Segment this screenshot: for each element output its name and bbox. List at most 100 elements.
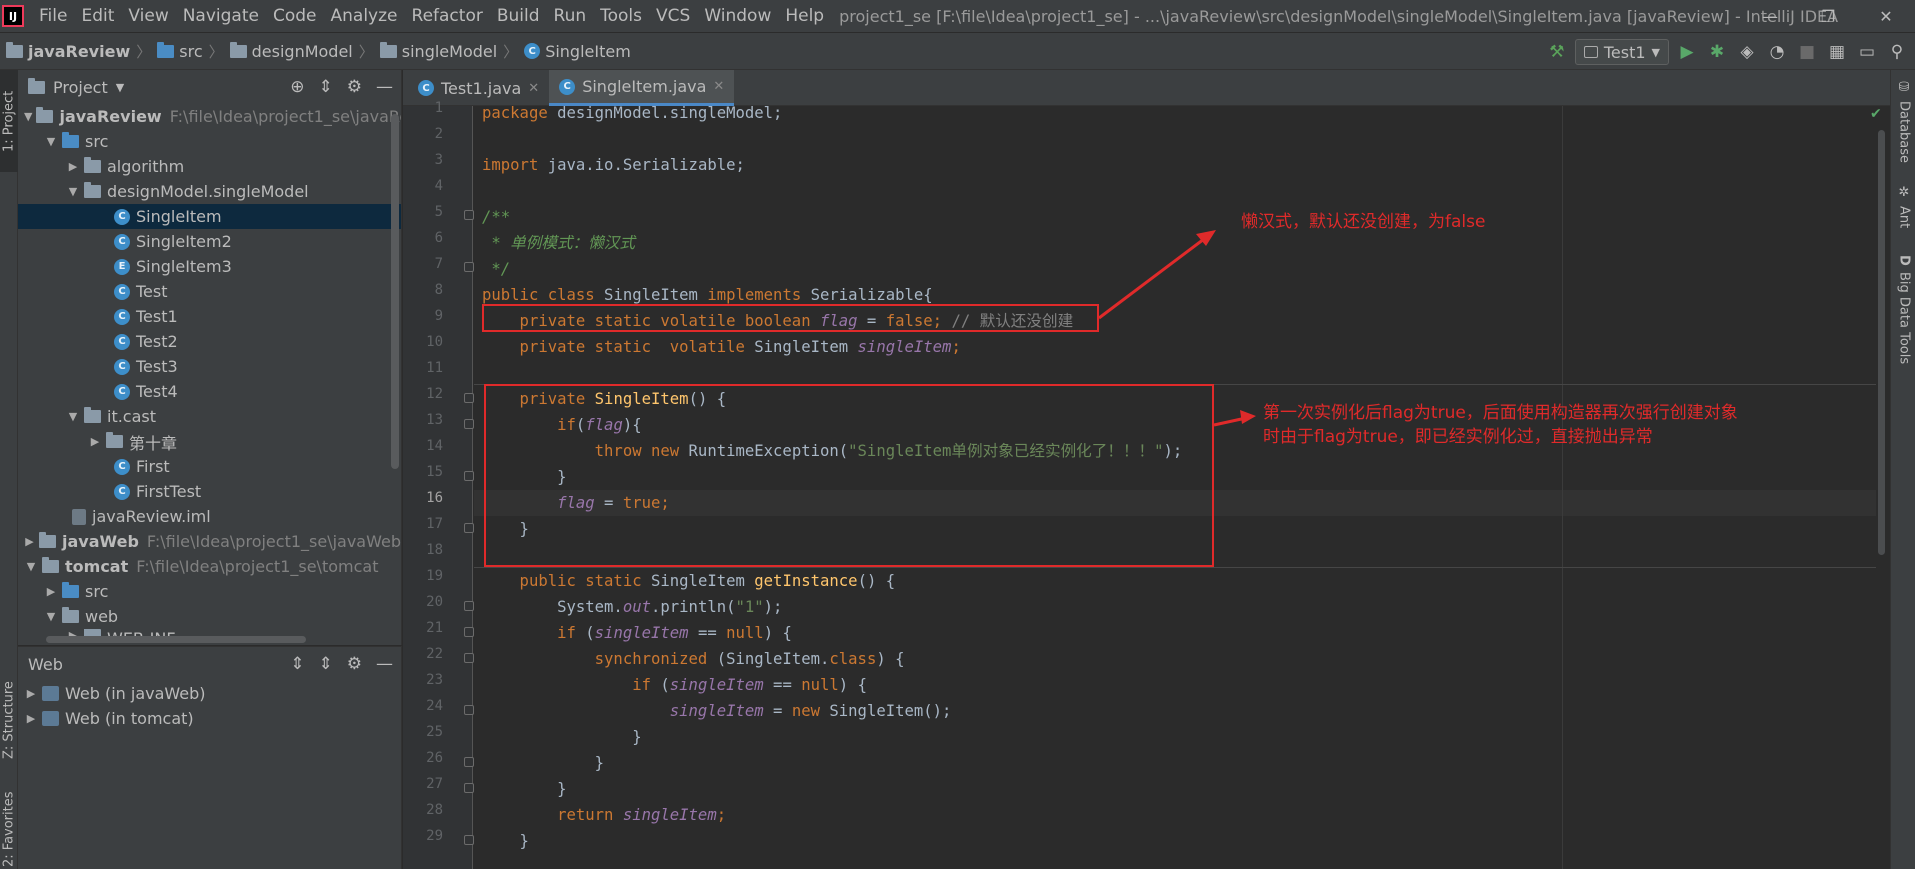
fold-marker-icon[interactable]: [464, 210, 474, 220]
tree-item-web[interactable]: ▼ web: [18, 604, 401, 629]
tool-tab-project[interactable]: 1: Project: [0, 70, 18, 172]
tree-item-itcast[interactable]: ▼ it.cast: [18, 404, 401, 429]
tool-tab-database[interactable]: ⛁ Database: [1893, 80, 1915, 163]
fold-marker-icon[interactable]: [464, 757, 474, 767]
build-hammer-icon[interactable]: ⚒: [1545, 40, 1569, 64]
close-tab-icon[interactable]: ✕: [528, 81, 539, 96]
project-panel-title[interactable]: Project: [53, 78, 108, 97]
menu-vcs[interactable]: VCS: [649, 0, 697, 32]
menu-file[interactable]: File: [32, 0, 74, 32]
fold-marker-icon[interactable]: [464, 783, 474, 793]
tree-item-first[interactable]: C First: [18, 454, 401, 479]
tree-item-test1[interactable]: C Test1: [18, 304, 401, 329]
project-structure-icon[interactable]: ▦: [1825, 40, 1849, 64]
breadcrumb-designmodel[interactable]: designModel: [227, 41, 356, 61]
menu-window[interactable]: Window: [697, 0, 778, 32]
layout-icon[interactable]: ▭: [1855, 40, 1879, 64]
collapsed-arrow-icon[interactable]: ▶: [66, 160, 80, 173]
restore-icon[interactable]: ❐: [1799, 0, 1857, 32]
breadcrumb-singleitem[interactable]: C SingleItem: [521, 42, 634, 61]
tree-item-javaweb[interactable]: ▶ javaWeb F:\file\Idea\project1_se\javaW…: [18, 529, 401, 554]
tree-item-algorithm[interactable]: ▶ algorithm: [18, 154, 401, 179]
menu-run[interactable]: Run: [547, 0, 594, 32]
tree-item-tomcat[interactable]: ▼ tomcat F:\file\Idea\project1_se\tomcat: [18, 554, 401, 579]
fold-marker-icon[interactable]: [464, 835, 474, 845]
tree-item-test3[interactable]: C Test3: [18, 354, 401, 379]
tree-item-designmodel[interactable]: ▼ designModel.singleModel: [18, 179, 401, 204]
debug-icon[interactable]: ✱: [1705, 40, 1729, 64]
fold-marker-icon[interactable]: [464, 627, 474, 637]
breadcrumb-javareview[interactable]: javaReview: [0, 41, 133, 61]
expanded-arrow-icon[interactable]: ▼: [44, 135, 58, 148]
tree-item-chapter10[interactable]: ▶ 第十章: [18, 429, 401, 454]
minimize-icon[interactable]: —: [1741, 0, 1799, 32]
gear-icon[interactable]: ⚙: [347, 654, 362, 674]
collapsed-arrow-icon[interactable]: ▶: [24, 712, 38, 725]
tool-tab-favorites[interactable]: 2: Favorites: [0, 790, 18, 869]
editor-scroll-thumb[interactable]: [1878, 130, 1885, 555]
expanded-arrow-icon[interactable]: ▼: [66, 410, 80, 423]
collapsed-arrow-icon[interactable]: ▶: [24, 687, 38, 700]
web-item-javaweb[interactable]: ▶ Web (in javaWeb): [18, 681, 401, 706]
menu-refactor[interactable]: Refactor: [405, 0, 490, 32]
gear-icon[interactable]: ⚙: [347, 77, 362, 97]
expanded-arrow-icon[interactable]: ▼: [44, 610, 58, 623]
fold-marker-icon[interactable]: [464, 262, 474, 272]
collapse-all-icon[interactable]: ⇕: [319, 654, 333, 674]
breadcrumb-singlemodel[interactable]: singleModel: [377, 41, 500, 61]
collapsed-arrow-icon[interactable]: ▶: [88, 435, 102, 448]
hide-icon[interactable]: —: [376, 654, 393, 674]
tree-item-javareview[interactable]: ▼ javaReview F:\file\Idea\project1_se\ja…: [18, 104, 401, 129]
menu-analyze[interactable]: Analyze: [324, 0, 405, 32]
menu-edit[interactable]: Edit: [74, 0, 121, 32]
fold-marker-icon[interactable]: [464, 471, 474, 481]
profile-icon[interactable]: ◔: [1765, 40, 1789, 64]
search-icon[interactable]: ⚲: [1885, 40, 1909, 64]
stop-icon[interactable]: ■: [1795, 40, 1819, 64]
tree-item-tomcat-src[interactable]: ▶ src: [18, 579, 401, 604]
tree-item-test2[interactable]: C Test2: [18, 329, 401, 354]
close-icon[interactable]: ✕: [1857, 0, 1915, 32]
menu-navigate[interactable]: Navigate: [176, 0, 266, 32]
tree-item-src[interactable]: ▼ src: [18, 129, 401, 154]
tree-item-singleitem[interactable]: C SingleItem: [18, 204, 401, 229]
code-editor[interactable]: package designModel.singleModel; import …: [474, 106, 1886, 869]
collapsed-arrow-icon[interactable]: ▶: [44, 585, 58, 598]
tree-item-test4[interactable]: C Test4: [18, 379, 401, 404]
tree-item-singleitem3[interactable]: E SingleItem3: [18, 254, 401, 279]
tree-item-javareview-iml[interactable]: javaReview.iml: [18, 504, 401, 529]
run-icon[interactable]: ▶: [1675, 40, 1699, 64]
tab-singleitem-java[interactable]: C SingleItem.java ✕: [549, 70, 735, 106]
tree-vertical-scrollbar[interactable]: [391, 114, 399, 469]
tool-tab-structure[interactable]: Z: Structure: [0, 670, 18, 770]
expand-all-icon[interactable]: ⇕: [290, 654, 304, 674]
coverage-icon[interactable]: ◈: [1735, 40, 1759, 64]
fold-marker-icon[interactable]: [464, 419, 474, 429]
tool-tab-ant[interactable]: ✲ Ant: [1893, 185, 1915, 228]
fold-marker-icon[interactable]: [464, 705, 474, 715]
collapsed-arrow-icon[interactable]: ▶: [24, 535, 35, 548]
caret-down-icon[interactable]: ▼: [116, 81, 124, 94]
hide-icon[interactable]: —: [376, 77, 393, 97]
run-configuration-dropdown[interactable]: Test1 ▼: [1574, 39, 1669, 65]
tree-horizontal-scrollbar[interactable]: [46, 636, 306, 643]
close-tab-icon[interactable]: ✕: [713, 79, 724, 94]
menu-code[interactable]: Code: [266, 0, 324, 32]
breadcrumb-src[interactable]: src: [154, 41, 205, 61]
fold-marker-icon[interactable]: [464, 653, 474, 663]
fold-marker-icon[interactable]: [464, 601, 474, 611]
fold-marker-icon[interactable]: [464, 393, 474, 403]
web-item-tomcat[interactable]: ▶ Web (in tomcat): [18, 706, 401, 731]
tool-tab-big-data-tools[interactable]: D Big Data Tools: [1893, 255, 1915, 364]
tree-item-firsttest[interactable]: C FirstTest: [18, 479, 401, 504]
expanded-arrow-icon[interactable]: ▼: [24, 110, 32, 123]
collapse-all-icon[interactable]: ⇕: [319, 77, 333, 97]
menu-view[interactable]: View: [121, 0, 175, 32]
menu-tools[interactable]: Tools: [593, 0, 649, 32]
expanded-arrow-icon[interactable]: ▼: [24, 560, 38, 573]
locate-icon[interactable]: ⊕: [290, 77, 304, 97]
menu-build[interactable]: Build: [490, 0, 547, 32]
fold-marker-icon[interactable]: [464, 523, 474, 533]
menu-help[interactable]: Help: [778, 0, 831, 32]
tree-item-test[interactable]: C Test: [18, 279, 401, 304]
